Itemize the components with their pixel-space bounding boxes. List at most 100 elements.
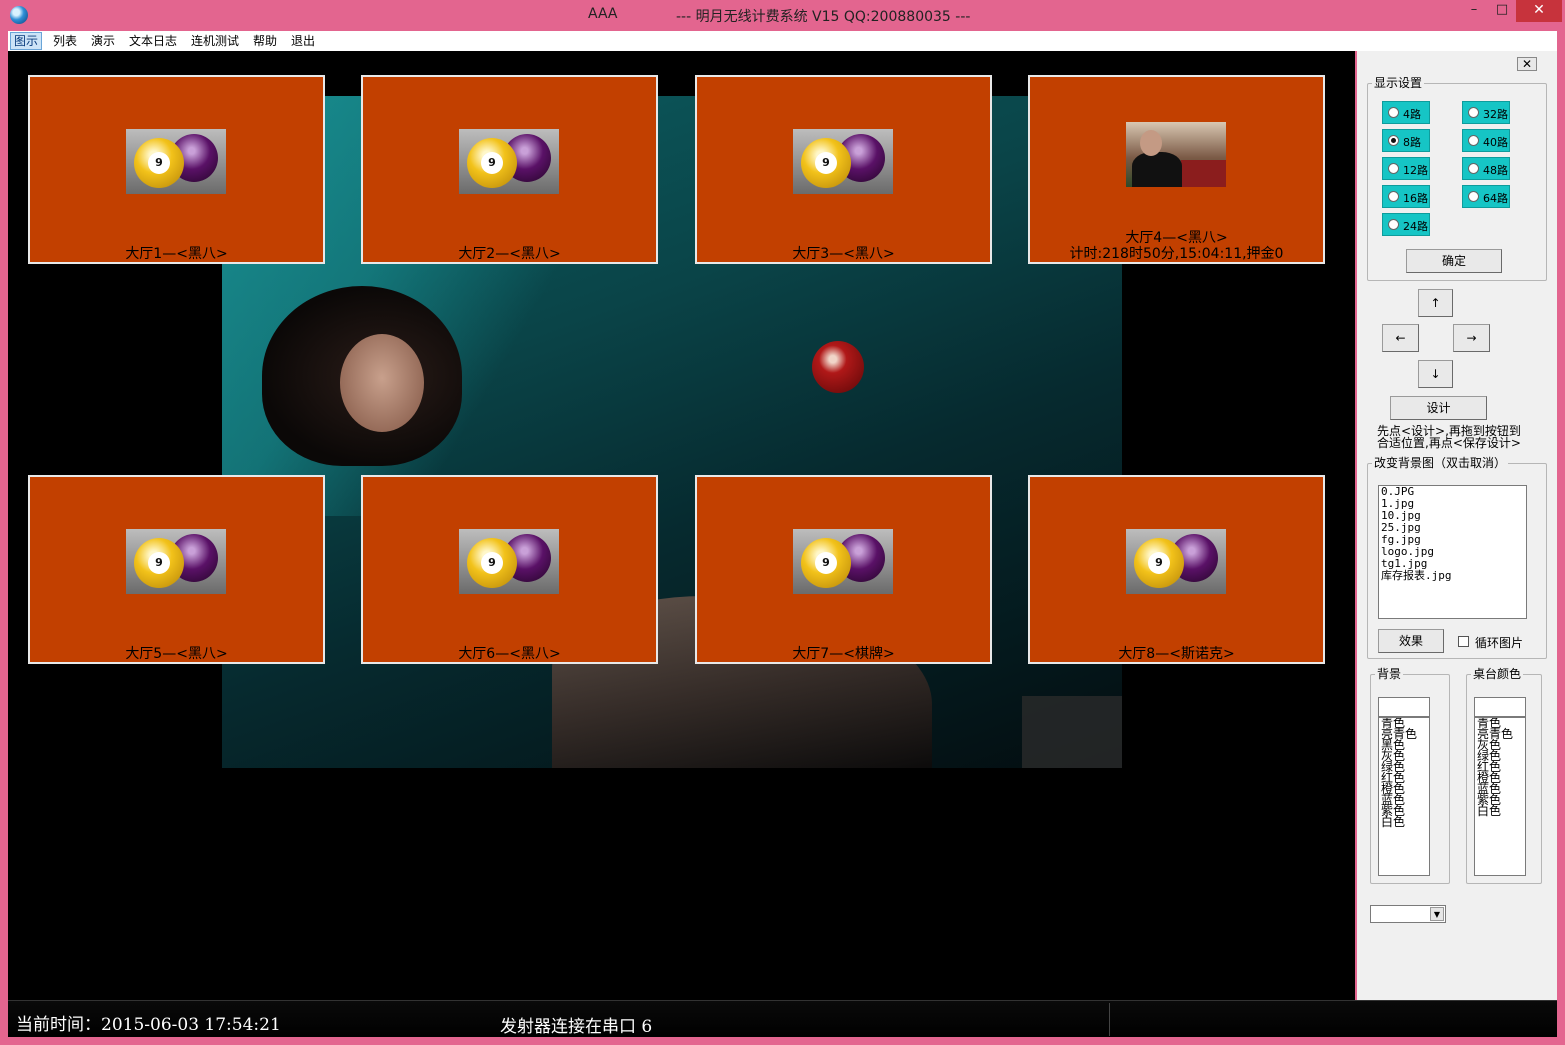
radio-dot[interactable]	[1468, 191, 1479, 202]
radio-dot[interactable]	[1388, 219, 1399, 230]
player-body	[1132, 152, 1182, 187]
radio-label: 40路	[1483, 136, 1508, 149]
extra-dropdown[interactable]: ▼	[1370, 905, 1446, 923]
menu-demo[interactable]: 演示	[88, 33, 118, 49]
table-color-input[interactable]	[1474, 697, 1526, 717]
app-icon[interactable]	[10, 6, 28, 24]
radio-label: 16路	[1403, 192, 1428, 205]
serial-port-status: 发射器连接在串口 6	[500, 1017, 653, 1037]
billiard-balls-image: 9	[1126, 529, 1226, 594]
tile-label: 大厅5—<黑八>	[125, 646, 228, 662]
ball-number: 9	[815, 552, 837, 574]
radio-channels-6[interactable]: 48路	[1462, 157, 1510, 180]
color-option[interactable]: 白色	[1475, 805, 1525, 817]
radio-dot[interactable]	[1388, 135, 1399, 146]
background-file-list[interactable]: 0.JPG 1.jpg 10.jpg 25.jpg fg.jpg logo.jp…	[1378, 485, 1527, 619]
red-ball	[812, 341, 864, 393]
hall-tile-3[interactable]: 9 大厅3—<黑八>	[695, 75, 992, 264]
menu-list[interactable]: 列表	[50, 33, 80, 49]
design-button[interactable]: 设计	[1390, 396, 1487, 420]
menu-text-log[interactable]: 文本日志	[126, 33, 180, 49]
player-head	[1140, 130, 1162, 156]
billiard-balls-image: 9	[126, 129, 226, 194]
yellow-nine-ball: 9	[134, 138, 184, 188]
tile-label: 大厅4—<黑八>	[1125, 230, 1228, 246]
chevron-down-icon[interactable]: ▼	[1430, 907, 1444, 921]
radio-channels-1[interactable]: 4路	[1382, 101, 1430, 124]
maximize-button[interactable]: □	[1489, 0, 1515, 22]
radio-label: 4路	[1403, 108, 1421, 121]
radio-channels-9[interactable]: 24路	[1382, 213, 1430, 236]
close-button[interactable]: ✕	[1516, 0, 1562, 22]
hall-tile-1[interactable]: 9 大厅1—<黑八>	[28, 75, 325, 264]
radio-dot[interactable]	[1388, 191, 1399, 202]
menu-diagram[interactable]: 图示	[10, 32, 43, 50]
hall-tile-6[interactable]: 9 大厅6—<黑八>	[361, 475, 658, 664]
hall-tile-2[interactable]: 9 大厅2—<黑八>	[361, 75, 658, 264]
yellow-nine-ball: 9	[1134, 538, 1184, 588]
tile-label: 大厅8—<斯诺克>	[1118, 646, 1235, 662]
yellow-nine-ball: 9	[467, 138, 517, 188]
hall-canvas: 9 大厅1—<黑八> 9 大厅2—<黑八> 9 大厅3—<黑八> 大厅4—<黑八> 计时:21…	[8, 51, 1355, 1000]
radio-label: 48路	[1483, 164, 1508, 177]
radio-dot[interactable]	[1468, 163, 1479, 174]
billiard-balls-image: 9	[793, 129, 893, 194]
table-color-legend: 桌台颜色	[1471, 667, 1524, 681]
hall-tile-5[interactable]: 9 大厅5—<黑八>	[28, 475, 325, 664]
confirm-button[interactable]: 确定	[1406, 249, 1502, 273]
current-time: 当前时间：2015-06-03 17:54:21	[16, 1015, 281, 1035]
radio-dot[interactable]	[1468, 107, 1479, 118]
yellow-nine-ball: 9	[801, 138, 851, 188]
ball-number: 9	[481, 152, 503, 174]
tile-label: 大厅3—<黑八>	[792, 246, 895, 262]
player-photo	[1126, 122, 1226, 187]
menu-exit[interactable]: 退出	[288, 33, 318, 49]
radio-label: 32路	[1483, 108, 1508, 121]
radio-dot[interactable]	[1468, 135, 1479, 146]
move-up-button[interactable]: ↑	[1418, 289, 1453, 317]
status-bar: 当前时间：2015-06-03 17:54:21 发射器连接在串口 6	[8, 1000, 1557, 1037]
radio-channels-8[interactable]: 64路	[1462, 185, 1510, 208]
radio-channels-5[interactable]: 12路	[1382, 157, 1430, 180]
window-frame-right	[1557, 31, 1565, 1045]
radio-channels-2[interactable]: 32路	[1462, 101, 1510, 124]
move-left-button[interactable]: ←	[1382, 324, 1419, 352]
radio-channels-7[interactable]: 16路	[1382, 185, 1430, 208]
radio-channels-4[interactable]: 40路	[1462, 129, 1510, 152]
yellow-nine-ball: 9	[467, 538, 517, 588]
table-color-list[interactable]: 青色 亮青色 灰色 绿色 红色 橙色 蓝色 紫色 白色	[1474, 717, 1526, 876]
color-option[interactable]: 白色	[1379, 816, 1429, 828]
settings-panel: ✕ 显示设置 4路 32路 8路 40路 12路 48路 16路 64路 24路 确定 ↑ ← …	[1357, 51, 1557, 1000]
list-item[interactable]: 库存报表.jpg	[1379, 570, 1526, 582]
tile-label: 大厅6—<黑八>	[458, 646, 561, 662]
effect-button[interactable]: 效果	[1378, 629, 1444, 653]
minimize-button[interactable]: –	[1461, 0, 1487, 22]
radio-channels-3[interactable]: 8路	[1382, 129, 1430, 152]
background-color-input[interactable]	[1378, 697, 1430, 717]
radio-label: 64路	[1483, 192, 1508, 205]
menu-help[interactable]: 帮助	[250, 33, 280, 49]
yellow-nine-ball: 9	[801, 538, 851, 588]
tile-label: 大厅1—<黑八>	[125, 246, 228, 262]
hall-tile-4[interactable]: 大厅4—<黑八> 计时:218时50分,15:04:11,押金0	[1028, 75, 1325, 264]
move-down-button[interactable]: ↓	[1418, 360, 1453, 388]
background-color-list[interactable]: 青色 亮青色 黑色 灰色 绿色 红色 橙色 蓝色 紫色 白色	[1378, 717, 1430, 876]
yellow-nine-ball: 9	[134, 538, 184, 588]
loop-images-checkbox[interactable]	[1458, 636, 1469, 647]
hall-tile-7[interactable]: 9 大厅7—<棋牌>	[695, 475, 992, 664]
tile-label: 大厅2—<黑八>	[458, 246, 561, 262]
snooker-felt	[1181, 160, 1226, 187]
panel-close-button[interactable]: ✕	[1517, 57, 1537, 71]
radio-dot[interactable]	[1388, 107, 1399, 118]
background-color-legend: 背景	[1375, 667, 1404, 681]
design-hint: 先点<设计>,再拖到按钮到 合适位置,再点<保存设计>	[1377, 425, 1557, 449]
menu-connection-test[interactable]: 连机测试	[188, 33, 242, 49]
title-bar: AAA --- 明月无线计费系统 V15 QQ:200880035 --- – …	[0, 0, 1565, 31]
tile-label: 大厅7—<棋牌>	[792, 646, 895, 662]
hall-tile-8[interactable]: 9 大厅8—<斯诺克>	[1028, 475, 1325, 664]
status-divider	[1109, 1003, 1110, 1036]
move-right-button[interactable]: →	[1453, 324, 1490, 352]
app-name: AAA	[588, 6, 618, 22]
radio-label: 8路	[1403, 136, 1421, 149]
radio-dot[interactable]	[1388, 163, 1399, 174]
